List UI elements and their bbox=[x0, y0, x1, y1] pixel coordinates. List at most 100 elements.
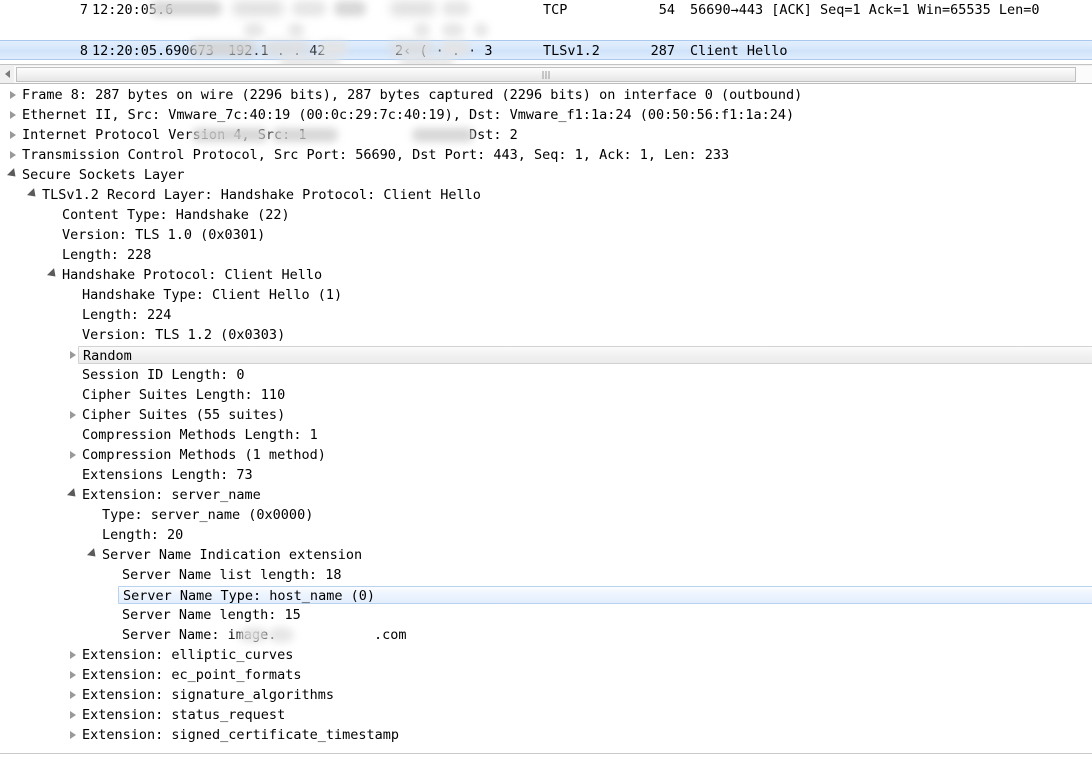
detail-tree-label: Ethernet II, Src: Vmware_7c:40:19 (00:0c… bbox=[22, 107, 795, 123]
detail-tree-row[interactable]: Extension: elliptic_curves bbox=[0, 645, 1092, 665]
detail-tree-row[interactable]: Server Name length: 15 bbox=[0, 605, 1092, 625]
detail-tree-row[interactable]: Extension: ec_point_formats bbox=[0, 665, 1092, 685]
expand-triangle-icon[interactable] bbox=[66, 705, 79, 725]
detail-tree-label: Secure Sockets Layer bbox=[22, 167, 185, 183]
detail-tree-row[interactable]: Content Type: Handshake (22) bbox=[0, 205, 1092, 225]
redaction-blur bbox=[442, 23, 464, 37]
detail-tree-label: Compression Methods Length: 1 bbox=[82, 427, 318, 443]
detail-tree-label: Type: server_name (0x0000) bbox=[102, 507, 314, 523]
packet-list-row-selected[interactable]: 8 12:20:05.690673 192.1 . . 42 2‹ ( · . … bbox=[0, 40, 1092, 60]
detail-tree-row[interactable]: Internet Protocol Version 4, Src: 1 Dst:… bbox=[0, 125, 1092, 145]
redaction-blur bbox=[414, 23, 430, 37]
redaction-blur bbox=[474, 23, 488, 37]
collapse-triangle-icon[interactable] bbox=[66, 485, 79, 505]
detail-tree-row[interactable]: Server Name list length: 18 bbox=[0, 565, 1092, 585]
detail-tree-label: Extension: server_name bbox=[82, 487, 261, 503]
expand-triangle-icon[interactable] bbox=[66, 665, 79, 685]
detail-tree-label: Length: 228 bbox=[62, 247, 152, 263]
detail-tree-row[interactable]: Cipher Suites Length: 110 bbox=[0, 385, 1092, 405]
detail-tree-row[interactable]: Handshake Type: Client Hello (1) bbox=[0, 285, 1092, 305]
detail-tree-row[interactable]: Ethernet II, Src: Vmware_7c:40:19 (00:0c… bbox=[0, 105, 1092, 125]
window-bottom-edge bbox=[0, 753, 1092, 760]
detail-tree-label: Length: 224 bbox=[82, 307, 172, 323]
detail-tree-row[interactable]: Server Name Indication extension bbox=[0, 545, 1092, 565]
detail-tree-label: Extension: ec_point_formats bbox=[82, 667, 302, 683]
detail-tree-label: Extension: status_request bbox=[82, 707, 286, 723]
collapse-triangle-icon[interactable] bbox=[86, 545, 99, 565]
detail-tree-row[interactable]: Length: 228 bbox=[0, 245, 1092, 265]
detail-tree-label: Compression Methods (1 method) bbox=[82, 447, 326, 463]
detail-tree-label: Cipher Suites Length: 110 bbox=[82, 387, 286, 403]
packet-destination: 2‹ ( · . · 3 bbox=[395, 43, 493, 59]
detail-tree-row[interactable]: Extension: signed_certificate_timestamp bbox=[0, 725, 1092, 745]
expand-triangle-icon[interactable] bbox=[66, 685, 79, 705]
detail-tree-label: Handshake Type: Client Hello (1) bbox=[82, 287, 343, 303]
expand-triangle-icon[interactable] bbox=[66, 645, 79, 665]
expand-triangle-icon[interactable] bbox=[66, 725, 79, 745]
packet-info: Client Hello bbox=[690, 43, 788, 59]
detail-tree-row[interactable]: Handshake Protocol: Client Hello bbox=[0, 265, 1092, 285]
detail-tree-label: Length: 20 bbox=[102, 527, 184, 543]
triangle-left-icon[interactable] bbox=[0, 65, 14, 83]
detail-tree-label: Frame 8: 287 bytes on wire (2296 bits), … bbox=[22, 87, 803, 103]
packet-detail-pane[interactable]: Frame 8: 287 bytes on wire (2296 bits), … bbox=[0, 85, 1092, 753]
detail-tree-row[interactable]: Transmission Control Protocol, Src Port:… bbox=[0, 145, 1092, 165]
packet-info: 56690→443 [ACK] Seq=1 Ack=1 Win=65535 Le… bbox=[690, 2, 1040, 18]
detail-tree-row[interactable]: Random bbox=[0, 345, 1092, 365]
detail-tree-label: Server Name length: 15 bbox=[122, 607, 301, 623]
detail-tree-row[interactable]: Server Name Type: host_name (0) bbox=[0, 585, 1092, 605]
detail-tree-row[interactable]: Length: 20 bbox=[0, 525, 1092, 545]
collapse-triangle-icon[interactable] bbox=[46, 265, 59, 285]
expand-triangle-icon[interactable] bbox=[66, 405, 79, 425]
expand-triangle-icon[interactable] bbox=[66, 445, 79, 465]
detail-tree-row[interactable]: Compression Methods Length: 1 bbox=[0, 425, 1092, 445]
detail-tree-label: Extension: elliptic_curves bbox=[82, 647, 294, 663]
detail-tree-row[interactable]: Compression Methods (1 method) bbox=[0, 445, 1092, 465]
collapse-triangle-icon[interactable] bbox=[26, 185, 39, 205]
redaction-blur bbox=[244, 23, 264, 37]
detail-tree-label: Random bbox=[78, 346, 137, 364]
detail-tree-row[interactable]: Server Name: image. .com bbox=[0, 625, 1092, 645]
expand-triangle-icon[interactable] bbox=[6, 145, 19, 165]
detail-tree-row[interactable]: Extension: signature_algorithms bbox=[0, 685, 1092, 705]
detail-tree-label: Version: TLS 1.0 (0x0301) bbox=[62, 227, 266, 243]
collapse-triangle-icon[interactable] bbox=[6, 165, 19, 185]
packet-no: 7 bbox=[79, 2, 88, 18]
detail-tree-label: Handshake Protocol: Client Hello bbox=[62, 267, 323, 283]
detail-tree-row[interactable]: Extension: server_name bbox=[0, 485, 1092, 505]
packet-protocol: TCP bbox=[543, 2, 568, 18]
detail-tree-label: Server Name Type: host_name (0) bbox=[118, 586, 380, 604]
packet-no: 8 bbox=[79, 43, 88, 59]
detail-tree-row[interactable]: Version: TLS 1.0 (0x0301) bbox=[0, 225, 1092, 245]
detail-tree-label: Extension: signed_certificate_timestamp bbox=[82, 727, 399, 743]
detail-tree-row[interactable]: Length: 224 bbox=[0, 305, 1092, 325]
detail-tree-label: Transmission Control Protocol, Src Port:… bbox=[22, 147, 730, 163]
detail-tree-row[interactable]: TLSv1.2 Record Layer: Handshake Protocol… bbox=[0, 185, 1092, 205]
detail-tree-row[interactable]: Session ID Length: 0 bbox=[0, 365, 1092, 385]
packet-list-row[interactable]: 7 12:20:05.6 TCP 54 56690→443 [ACK] Seq=… bbox=[0, 0, 1092, 20]
detail-tree-row[interactable]: Extension: status_request bbox=[0, 705, 1092, 725]
expand-triangle-icon[interactable] bbox=[6, 125, 19, 145]
packet-time: 12:20:05.6 bbox=[92, 2, 174, 18]
detail-tree-row[interactable]: Cipher Suites (55 suites) bbox=[0, 405, 1092, 425]
detail-tree-row[interactable]: Secure Sockets Layer bbox=[0, 165, 1092, 185]
detail-tree-label: Server Name Indication extension bbox=[102, 547, 363, 563]
detail-tree-row[interactable]: Extensions Length: 73 bbox=[0, 465, 1092, 485]
packet-source: 192.1 . . 42 bbox=[228, 43, 326, 59]
selection-highlight bbox=[133, 346, 1092, 364]
detail-tree-row[interactable]: Frame 8: 287 bytes on wire (2296 bits), … bbox=[0, 85, 1092, 105]
detail-tree-label: Content Type: Handshake (22) bbox=[62, 207, 290, 223]
detail-tree-label: Version: TLS 1.2 (0x0303) bbox=[82, 327, 286, 343]
selection-highlight bbox=[376, 586, 1092, 604]
expand-triangle-icon[interactable] bbox=[6, 105, 19, 125]
detail-tree-label: Session ID Length: 0 bbox=[82, 367, 245, 383]
detail-tree-row[interactable]: Version: TLS 1.2 (0x0303) bbox=[0, 325, 1092, 345]
packet-list-pane[interactable]: 7 12:20:05.6 TCP 54 56690→443 [ACK] Seq=… bbox=[0, 0, 1092, 65]
expand-triangle-icon[interactable] bbox=[6, 85, 19, 105]
scrollbar-thumb[interactable] bbox=[16, 67, 1076, 82]
horizontal-scrollbar[interactable] bbox=[0, 65, 1092, 84]
detail-tree-row[interactable]: Type: server_name (0x0000) bbox=[0, 505, 1092, 525]
packet-length: 54 bbox=[658, 2, 675, 18]
grip-icon bbox=[542, 70, 550, 79]
detail-tree-label: TLSv1.2 Record Layer: Handshake Protocol… bbox=[42, 187, 481, 203]
